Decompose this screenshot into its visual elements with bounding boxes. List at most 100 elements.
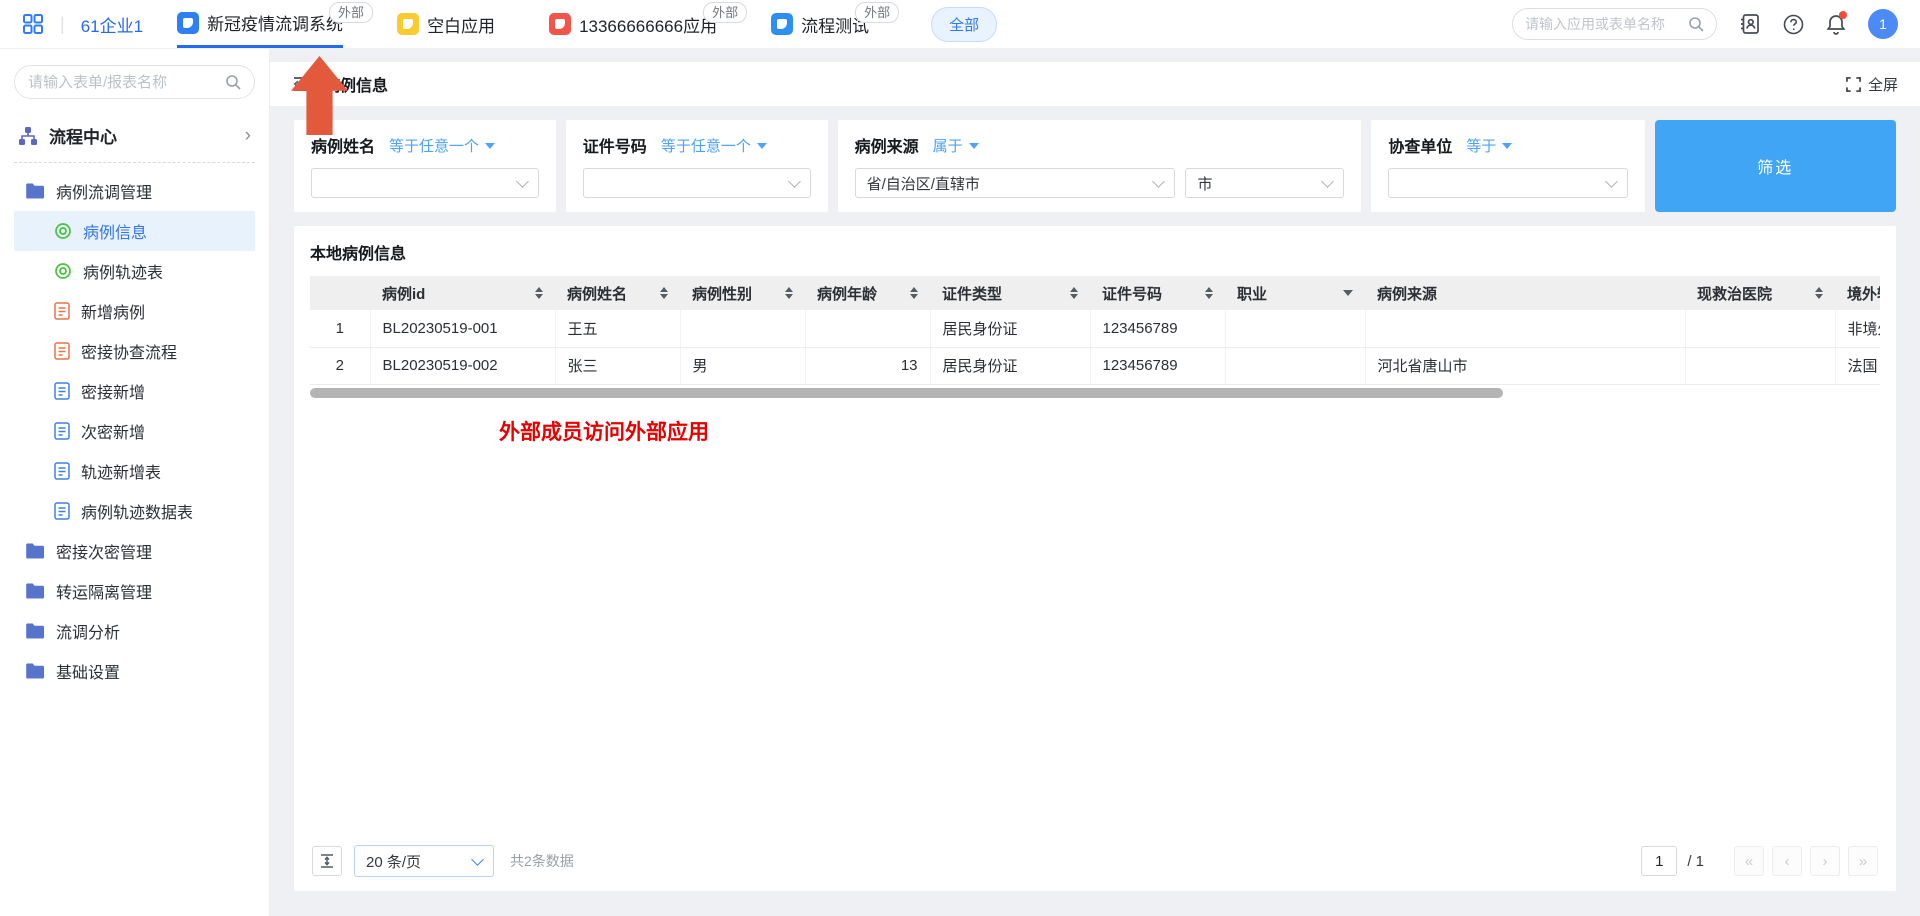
- province-select-value: 省/自治区/直辖市: [867, 173, 1155, 194]
- sort-icon[interactable]: [660, 287, 668, 299]
- filter-operator-dropdown[interactable]: 属于: [933, 135, 979, 156]
- contacts-icon[interactable]: [1739, 13, 1761, 35]
- flowchart-icon: [18, 126, 38, 146]
- first-page-button[interactable]: «: [1734, 846, 1764, 876]
- chevron-down-icon: [471, 853, 484, 866]
- global-search-input[interactable]: [1525, 16, 1688, 32]
- sidebar-item-case-track-data-table[interactable]: 病例轨迹数据表: [14, 491, 255, 531]
- sidebar-item-close-contact-new[interactable]: 密接新增: [14, 371, 255, 411]
- col-case-source[interactable]: 病例来源: [1365, 276, 1685, 310]
- sort-icon[interactable]: [1070, 287, 1078, 299]
- divider: [14, 162, 255, 163]
- main-content: 病例信息 全屏 病例姓名 等于任意一个: [270, 49, 1920, 916]
- tab-covid-investigation-system[interactable]: 新冠疫情流调系统 外部: [177, 0, 343, 48]
- sidebar-item-label: 病例轨迹数据表: [81, 499, 193, 523]
- sidebar-item-secondary-contact-new[interactable]: 次密新增: [14, 411, 255, 451]
- col-overseas[interactable]: 境外输入: [1835, 276, 1880, 310]
- form-search-input[interactable]: [28, 74, 225, 91]
- folder-icon: [26, 623, 45, 639]
- row-height-icon[interactable]: [312, 846, 342, 876]
- case-name-select[interactable]: [311, 168, 539, 198]
- sidebar-folder-contact-management[interactable]: 密接次密管理: [14, 531, 255, 571]
- assist-unit-select[interactable]: [1388, 168, 1627, 198]
- pagination-nav: « ‹ › »: [1734, 846, 1878, 876]
- col-index: [310, 276, 370, 310]
- filter-operator-label: 属于: [933, 135, 963, 156]
- sidebar-item-label: 转运隔离管理: [56, 579, 152, 603]
- app-icon-blue: [177, 12, 199, 34]
- filter-submit-button[interactable]: 筛选: [1655, 120, 1896, 212]
- page-header: 病例信息 全屏: [270, 62, 1920, 106]
- table-cell: [1225, 347, 1365, 384]
- sidebar-item-label: 基础设置: [56, 659, 120, 683]
- sidebar-item-new-case[interactable]: 新增病例: [14, 291, 255, 331]
- filter-operator-dropdown[interactable]: 等于: [1466, 135, 1512, 156]
- province-select[interactable]: 省/自治区/直辖市: [855, 168, 1176, 198]
- filter-operator-dropdown[interactable]: 等于任意一个: [661, 135, 767, 156]
- sidebar-item-case-info[interactable]: 病例信息: [14, 211, 255, 251]
- search-icon: [225, 74, 241, 90]
- cert-number-select[interactable]: [583, 168, 811, 198]
- form-search: [14, 65, 255, 99]
- all-apps-button[interactable]: 全部: [931, 7, 997, 42]
- page-size-select[interactable]: 20 条/页: [354, 845, 494, 877]
- col-cert-number[interactable]: 证件号码: [1090, 276, 1225, 310]
- document-icon: [54, 382, 70, 400]
- col-hospital[interactable]: 现救治医院: [1685, 276, 1835, 310]
- table-row[interactable]: 1 BL20230519-001 王五 居民身份证 123456789 非境外输…: [310, 310, 1880, 347]
- external-badge: 外部: [855, 2, 899, 23]
- external-badge: 外部: [703, 2, 747, 23]
- sidebar-item-label: 新增病例: [81, 299, 145, 323]
- sort-icon[interactable]: [910, 287, 918, 299]
- col-case-gender[interactable]: 病例性别: [680, 276, 805, 310]
- sort-icon[interactable]: [1205, 287, 1213, 299]
- filter-caret-icon[interactable]: [1343, 290, 1353, 296]
- prev-page-button[interactable]: ‹: [1772, 846, 1802, 876]
- app-icon-red: [549, 13, 571, 35]
- sidebar-item-process-center[interactable]: 流程中心 ›: [14, 115, 255, 162]
- document-icon: [54, 422, 70, 440]
- col-case-name[interactable]: 病例姓名: [555, 276, 680, 310]
- sidebar-folder-investigation-analysis[interactable]: 流调分析: [14, 611, 255, 651]
- sort-icon[interactable]: [535, 287, 543, 299]
- external-badge: 外部: [329, 2, 373, 23]
- sort-icon[interactable]: [785, 287, 793, 299]
- table-cell: 张三: [555, 347, 680, 384]
- page-size-value: 20 条/页: [366, 851, 473, 872]
- horizontal-scrollbar-thumb[interactable]: [310, 388, 1503, 398]
- filter-operator-dropdown[interactable]: 等于任意一个: [389, 135, 495, 156]
- sidebar-item-case-track-table[interactable]: 病例轨迹表: [14, 251, 255, 291]
- col-occupation[interactable]: 职业: [1225, 276, 1365, 310]
- last-page-button[interactable]: »: [1848, 846, 1878, 876]
- col-cert-type[interactable]: 证件类型: [930, 276, 1090, 310]
- caret-down-icon: [969, 143, 979, 149]
- sidebar-item-track-new-table[interactable]: 轨迹新增表: [14, 451, 255, 491]
- sort-icon[interactable]: [1815, 287, 1823, 299]
- table-cell: 非境外输入: [1835, 310, 1880, 347]
- city-select[interactable]: 市: [1185, 168, 1344, 198]
- tab-process-test[interactable]: 流程测试 外部: [771, 0, 869, 48]
- filter-operator-label: 等于任意一个: [661, 135, 751, 156]
- case-table-card: 本地病例信息 病例id: [294, 226, 1896, 891]
- tab-13366666666-app[interactable]: 13366666666应用 外部: [549, 0, 717, 48]
- fullscreen-button[interactable]: 全屏: [1846, 74, 1898, 95]
- divider: |: [60, 14, 65, 35]
- sidebar-folder-basic-settings[interactable]: 基础设置: [14, 651, 255, 691]
- filter-operator-label: 等于: [1466, 135, 1496, 156]
- table-cell: [805, 310, 930, 347]
- col-case-age[interactable]: 病例年龄: [805, 276, 930, 310]
- table-row[interactable]: 2 BL20230519-002 张三 男 13 居民身份证 123456789…: [310, 347, 1880, 384]
- app-launcher-grid-icon[interactable]: [22, 13, 44, 35]
- current-page-input[interactable]: 1: [1641, 846, 1677, 876]
- sidebar-folder-transfer-quarantine[interactable]: 转运隔离管理: [14, 571, 255, 611]
- col-case-id[interactable]: 病例id: [370, 276, 555, 310]
- target-icon: [54, 222, 72, 240]
- next-page-button[interactable]: ›: [1810, 846, 1840, 876]
- sidebar-folder-case-investigation[interactable]: 病例流调管理: [14, 171, 255, 211]
- org-name-link[interactable]: 61企业1: [81, 12, 143, 37]
- sidebar-item-close-contact-process[interactable]: 密接协查流程: [14, 331, 255, 371]
- tab-blank-app[interactable]: 空白应用: [397, 0, 495, 48]
- user-avatar[interactable]: 1: [1868, 9, 1898, 39]
- notification-bell-icon[interactable]: [1826, 13, 1846, 35]
- help-icon[interactable]: [1783, 14, 1804, 35]
